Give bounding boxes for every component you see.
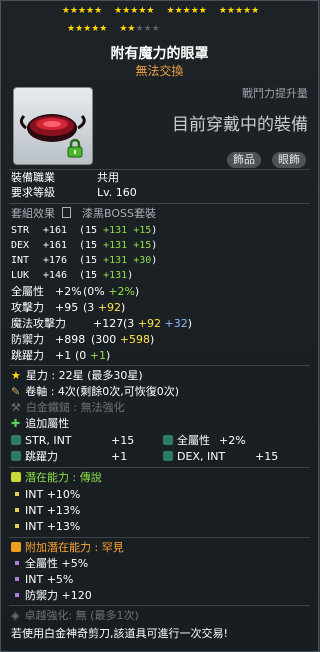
legendary-icon — [11, 472, 21, 482]
potential-line: INT +10% — [11, 488, 80, 502]
set-effect-label: 套組效果 — [11, 207, 55, 220]
star-group: ★★★★★ — [61, 6, 103, 16]
divider — [9, 467, 310, 468]
exceptional-icon: ◈ — [11, 609, 20, 622]
item-icon-frame — [13, 87, 93, 165]
stat-row-jump: 跳躍力 +1 (0 +1) — [11, 349, 111, 362]
req-level-row: 要求等級 Lv. 160 — [11, 186, 137, 200]
stat-row-all-stat: 全屬性 +2%(0% +2%) — [11, 285, 140, 298]
star-group: ★★★★★ — [166, 6, 207, 16]
stat-row-dex: DEX +161 (15 +131 +15) — [11, 240, 158, 251]
stat-row-magic-attack: 魔法攻擊力 +127(3 +92 +32) — [11, 317, 193, 330]
stat-row-int: INT +176 (15 +131 +30) — [11, 255, 158, 266]
divider — [9, 605, 310, 606]
star-group: ★★★★★ — [67, 24, 108, 34]
starforce-row: ★ 星力 : 22星 (最多30星) — [11, 369, 143, 382]
potential-title: 潛在能力 : 傳說 — [11, 471, 102, 485]
scroll-icon: ✎ — [11, 385, 21, 398]
bonus-stat-item: DEX, INT +15 — [163, 450, 278, 464]
trade-status: 無法交換 — [135, 64, 184, 78]
additional-potential-line: 防禦力 +120 — [11, 589, 92, 603]
hammer-row: ⚒ 白金鐵鎚 : 無法強化 — [11, 401, 125, 414]
star-group: ★★★★★ — [114, 6, 155, 16]
set-effect-value: 漆黑BOSS套裝 — [82, 207, 156, 220]
exceptional-row: ◈ 卓越強化: 無 (最多1次) — [11, 609, 139, 622]
bonus-stat-item: 跳躍力 +1 — [11, 450, 127, 464]
potential-line: INT +13% — [11, 520, 80, 534]
currently-equipped-label: 目前穿戴中的裝備 — [172, 115, 308, 135]
req-level-value: Lv. 160 — [97, 186, 137, 199]
category-tag-accessory: 飾品 — [227, 152, 261, 168]
rare-icon — [11, 542, 21, 552]
bonus-icon — [11, 451, 21, 461]
job-label: 裝備職業 — [11, 171, 55, 184]
info-icon — [61, 207, 71, 218]
bonus-stat-icon: ✚ — [11, 417, 21, 430]
star-group: ★★★★★ — [119, 24, 160, 34]
scroll-row: ✎ 卷軸 : 4次(剩餘0次,可恢復0次) — [11, 385, 179, 398]
divider — [9, 365, 310, 366]
lock-icon — [67, 138, 83, 158]
divider — [9, 169, 310, 170]
stat-row-luk: LUK +146 (15 +131) — [11, 270, 134, 281]
set-effect-row: 套組效果 漆黑BOSS套裝 — [11, 207, 156, 221]
star-group: ★★★★★ — [218, 6, 260, 16]
additional-potential-title: 附加潛在能力 : 罕見 — [11, 541, 124, 555]
item-tooltip: ★★★★★ ★★★★★ ★★★★★ ★★★★★ ★★★★★ ★★★★★ 附有魔力的眼罩 … — [0, 0, 319, 652]
bonus-stat-item: STR, INT +15 — [11, 434, 134, 448]
divider — [9, 537, 310, 538]
star-force-row-2: ★★★★★ ★★★★★ — [1, 24, 318, 35]
stat-row-attack: 攻擊力 +95 (3 +92) — [11, 301, 126, 314]
bonus-icon — [11, 435, 21, 445]
bonus-icon — [163, 435, 173, 445]
stat-row-defense: 防禦力 +898 (300 +598) — [11, 333, 155, 346]
star-force-row-1: ★★★★★ ★★★★★ ★★★★★ ★★★★★ — [1, 6, 318, 17]
star-icon: ★ — [11, 369, 21, 382]
footer-note: 若使用白金神奇剪刀,該道具可進行一次交易! — [11, 627, 228, 640]
divider — [9, 203, 310, 204]
additional-potential-line: INT +5% — [11, 573, 73, 587]
item-name: 附有魔力的眼罩 — [110, 46, 209, 62]
combat-power-label: 戰鬥力提升量 — [242, 87, 308, 100]
potential-line: INT +13% — [11, 504, 80, 518]
stat-row-str: STR +161 (15 +131 +15) — [11, 225, 158, 236]
category-tag-eye: 眼飾 — [272, 152, 306, 168]
bonus-icon — [163, 451, 173, 461]
bonus-stat-title: ✚ 追加屬性 — [11, 417, 70, 430]
job-value: 共用 — [97, 171, 119, 184]
hammer-icon: ⚒ — [11, 401, 21, 414]
additional-potential-line: 全屬性 +5% — [11, 557, 88, 571]
bonus-stat-item: 全屬性 +2% — [163, 434, 246, 448]
job-row: 裝備職業 共用 — [11, 171, 119, 185]
req-level-label: 要求等級 — [11, 186, 55, 199]
